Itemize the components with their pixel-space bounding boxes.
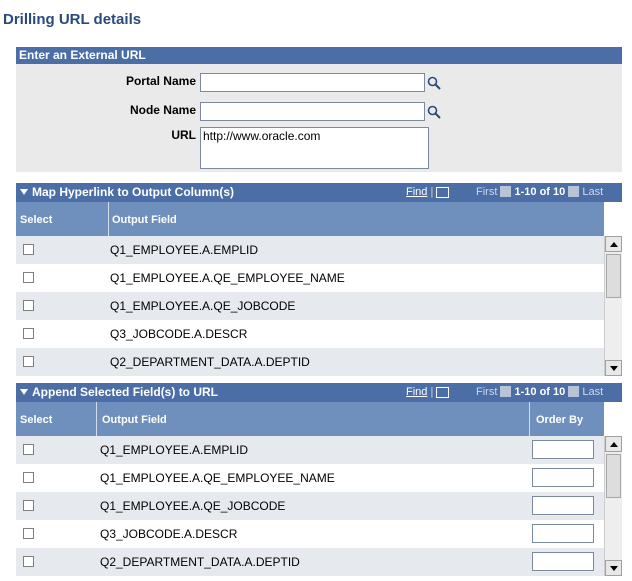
output-field: Q1_EMPLOYEE.A.EMPLID <box>110 243 259 257</box>
collapse-triangle-icon[interactable] <box>20 388 28 395</box>
page-title: Drilling URL details <box>3 11 142 28</box>
portal-name-label: Portal Name <box>125 74 196 88</box>
collapse-triangle-icon[interactable] <box>20 188 28 195</box>
select-checkbox[interactable] <box>23 244 34 255</box>
url-label: URL <box>171 128 196 142</box>
arrow-up-icon <box>610 242 618 247</box>
scroll-down-button[interactable] <box>605 360 622 376</box>
output-field: Q1_EMPLOYEE.A.QE_EMPLOYEE_NAME <box>100 471 335 485</box>
table-row: Q1_EMPLOYEE.A.QE_JOBCODE <box>16 492 604 520</box>
scroll-up-button[interactable] <box>605 236 622 252</box>
grid2-scrollbar[interactable] <box>604 436 622 576</box>
external-url-header: Enter an External URL <box>16 47 622 64</box>
output-field: Q3_JOBCODE.A.DESCR <box>100 527 238 541</box>
grid2-col-select: Select <box>20 414 53 426</box>
grid1-title: Map Hyperlink to Output Column(s) <box>32 185 234 199</box>
node-lookup-icon[interactable] <box>427 105 441 119</box>
table-row: Q1_EMPLOYEE.A.QE_JOBCODE <box>16 292 604 320</box>
grid2-column-header: Select Output Field Order By <box>16 402 604 436</box>
separator: | <box>430 386 434 398</box>
grid2-col-order: Order By <box>536 414 584 426</box>
table-row: Q1_EMPLOYEE.A.QE_EMPLOYEE_NAME <box>16 264 604 292</box>
select-checkbox[interactable] <box>23 500 34 511</box>
separator: | <box>430 186 434 198</box>
select-checkbox[interactable] <box>23 300 34 311</box>
select-checkbox[interactable] <box>23 272 34 283</box>
table-row: Q3_JOBCODE.A.DESCR <box>16 320 604 348</box>
grid1-col-output: Output Field <box>112 214 177 226</box>
grid1-scrollbar[interactable] <box>604 236 622 376</box>
select-checkbox[interactable] <box>23 444 34 455</box>
url-textarea[interactable]: http://www.oracle.com <box>200 127 429 169</box>
table-row: Q1_EMPLOYEE.A.QE_EMPLOYEE_NAME <box>16 464 604 492</box>
arrow-up-icon <box>610 442 618 447</box>
grid1-last: Last <box>582 186 604 198</box>
order-by-input[interactable] <box>532 552 594 571</box>
grid2-header: Append Selected Field(s) to URL Find | F… <box>16 383 622 402</box>
grid2-first: First <box>476 386 498 398</box>
output-field: Q3_JOBCODE.A.DESCR <box>110 327 248 341</box>
output-field: Q1_EMPLOYEE.A.QE_EMPLOYEE_NAME <box>110 271 345 285</box>
output-field: Q1_EMPLOYEE.A.EMPLID <box>100 443 249 457</box>
grid2-prev-icon[interactable] <box>500 385 512 397</box>
output-field: Q2_DEPARTMENT_DATA.A.DEPTID <box>100 555 300 569</box>
grid1-col-select: Select <box>20 214 53 226</box>
grid2-find-link[interactable]: Find <box>406 386 427 398</box>
grid1-first: First <box>476 186 498 198</box>
scroll-thumb[interactable] <box>606 254 621 298</box>
order-by-input[interactable] <box>532 440 594 459</box>
node-name-label: Node Name <box>129 103 196 117</box>
scroll-down-button[interactable] <box>605 560 622 576</box>
portal-name-input[interactable] <box>200 73 425 92</box>
grid2-next-icon[interactable] <box>568 385 580 397</box>
grid2-col-output: Output Field <box>102 414 167 426</box>
grid1-prev-icon[interactable] <box>500 185 512 197</box>
grid2-last: Last <box>582 386 604 398</box>
node-name-input[interactable] <box>200 102 425 121</box>
order-by-input[interactable] <box>532 524 594 543</box>
output-field: Q2_DEPARTMENT_DATA.A.DEPTID <box>110 355 310 369</box>
portal-lookup-icon[interactable] <box>427 76 441 90</box>
grid1-next-icon[interactable] <box>568 185 580 197</box>
select-checkbox[interactable] <box>23 528 34 539</box>
external-url-panel: Portal Name Node Name URL http://www.ora… <box>16 64 622 172</box>
grid2-view-all-icon[interactable] <box>436 386 450 398</box>
table-row: Q3_JOBCODE.A.DESCR <box>16 520 604 548</box>
table-row: Q1_EMPLOYEE.A.EMPLID <box>16 436 604 464</box>
arrow-down-icon <box>610 566 618 571</box>
select-checkbox[interactable] <box>23 328 34 339</box>
select-checkbox[interactable] <box>23 472 34 483</box>
grid1-view-all-icon[interactable] <box>436 186 450 198</box>
url-value: http://www.oracle.com <box>203 129 321 143</box>
grid2-title: Append Selected Field(s) to URL <box>32 385 219 399</box>
grid1-column-header: Select Output Field <box>16 202 604 236</box>
select-checkbox[interactable] <box>23 556 34 567</box>
grid1-find-link[interactable]: Find <box>406 186 427 198</box>
grid1-range: 1-10 of 10 <box>514 186 566 198</box>
table-row: Q2_DEPARTMENT_DATA.A.DEPTID <box>16 348 604 376</box>
order-by-input[interactable] <box>532 468 594 487</box>
scroll-thumb[interactable] <box>606 454 621 498</box>
grid2-range: 1-10 of 10 <box>514 386 566 398</box>
output-field: Q1_EMPLOYEE.A.QE_JOBCODE <box>110 299 296 313</box>
order-by-input[interactable] <box>532 496 594 515</box>
grid1-header: Map Hyperlink to Output Column(s) Find |… <box>16 183 622 202</box>
output-field: Q1_EMPLOYEE.A.QE_JOBCODE <box>100 499 286 513</box>
arrow-down-icon <box>610 366 618 371</box>
select-checkbox[interactable] <box>23 356 34 367</box>
scroll-up-button[interactable] <box>605 436 622 452</box>
table-row: Q1_EMPLOYEE.A.EMPLID <box>16 236 604 264</box>
table-row: Q2_DEPARTMENT_DATA.A.DEPTID <box>16 548 604 576</box>
